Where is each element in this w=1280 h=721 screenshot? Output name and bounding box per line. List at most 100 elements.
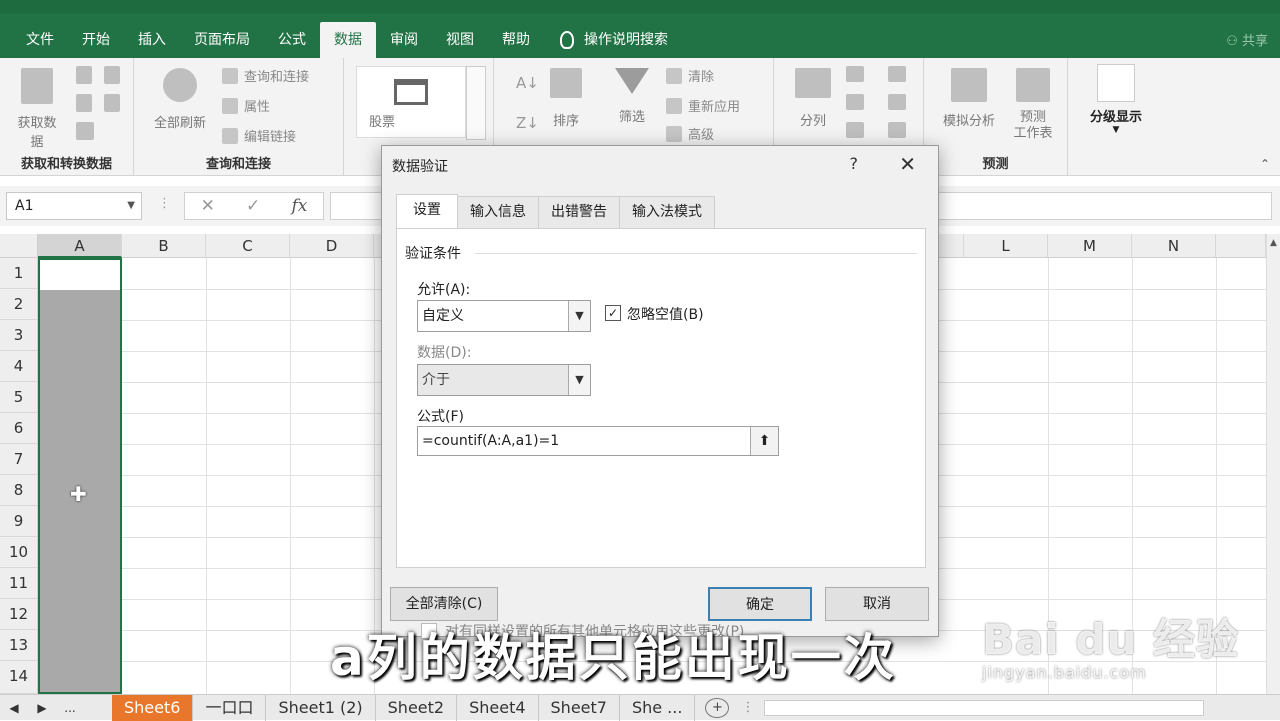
close-icon[interactable]: ✕ <box>899 152 916 176</box>
column-header-n[interactable]: N <box>1132 234 1216 258</box>
row-header-4[interactable]: 4 <box>0 351 38 382</box>
get-data-button[interactable]: 获取数据 <box>12 68 62 150</box>
row-header-1[interactable]: 1 <box>0 258 38 289</box>
tell-me-search[interactable]: 操作说明搜索 <box>544 22 682 58</box>
column-header-a[interactable]: A <box>38 234 122 258</box>
vertical-scrollbar[interactable]: ▲ <box>1266 234 1280 694</box>
recent-sources-icon[interactable] <box>104 94 120 112</box>
forecast-sheet-button[interactable]: 预测 工作表 <box>1006 68 1060 142</box>
row-header-8[interactable]: 8 <box>0 475 38 506</box>
filter-button[interactable]: 筛选 <box>610 68 654 125</box>
select-all-corner[interactable] <box>0 234 38 258</box>
text-to-columns-button[interactable]: 分列 <box>788 68 838 129</box>
clear-all-button[interactable]: 全部清除(C) <box>390 587 498 621</box>
gallery-scroll[interactable] <box>466 66 486 140</box>
tab-settings[interactable]: 设置 <box>396 194 458 228</box>
advanced-button[interactable]: 高级 <box>666 124 714 143</box>
allow-select[interactable]: 自定义 ▼ <box>417 300 591 332</box>
help-button[interactable]: ? <box>850 154 859 173</box>
sheet-prev-icon[interactable]: ◀ <box>0 701 28 715</box>
sort-az-button[interactable]: A↓ <box>516 74 539 92</box>
row-header-12[interactable]: 12 <box>0 599 38 630</box>
what-if-button[interactable]: 模拟分析 <box>934 68 1004 129</box>
sort-za-button[interactable]: Z↓ <box>516 114 539 132</box>
tab-home[interactable]: 开始 <box>68 22 124 58</box>
collapse-ribbon-icon[interactable]: ⌃ <box>1260 157 1270 171</box>
tab-file[interactable]: 文件 <box>0 22 68 58</box>
sheet-tab-sheet2[interactable]: Sheet2 <box>376 694 458 721</box>
queries-connections-button[interactable]: 查询和连接 <box>222 66 309 85</box>
tab-view[interactable]: 视图 <box>432 22 488 58</box>
horizontal-scrollbar[interactable] <box>764 699 1205 716</box>
row-header-9[interactable]: 9 <box>0 506 38 537</box>
insert-function-icon[interactable]: fx <box>292 196 308 216</box>
flash-fill-icon[interactable] <box>846 66 864 82</box>
tab-insert[interactable]: 插入 <box>124 22 180 58</box>
stocks-button[interactable]: 股票 <box>356 66 466 138</box>
row-header-7[interactable]: 7 <box>0 444 38 475</box>
sheet-next-icon[interactable]: ▶ <box>28 701 56 715</box>
tab-help[interactable]: 帮助 <box>488 22 544 58</box>
add-sheet-icon[interactable]: + <box>705 697 730 718</box>
column-header-d[interactable]: D <box>290 234 374 258</box>
tab-page-layout[interactable]: 页面布局 <box>180 22 264 58</box>
advanced-label: 高级 <box>688 128 715 143</box>
column-header-m[interactable]: M <box>1048 234 1132 258</box>
sheet-tab-2[interactable]: 一口口 <box>193 694 267 721</box>
sheet-tab-sheet6[interactable]: Sheet6 <box>112 694 194 721</box>
sheet-tab-sheet4[interactable]: Sheet4 <box>457 694 539 721</box>
outline-button[interactable]: 分级显示 ▼ <box>1076 64 1156 135</box>
ok-button[interactable]: 确定 <box>708 587 812 621</box>
from-table-icon[interactable] <box>76 94 92 112</box>
tab-data[interactable]: 数据 <box>320 22 376 58</box>
sort-button[interactable]: 排序 <box>544 68 588 129</box>
name-box[interactable]: A1 ▼ <box>6 192 142 220</box>
refresh-all-button[interactable]: 全部刷新 <box>148 68 212 131</box>
row-header-5[interactable]: 5 <box>0 382 38 413</box>
formula-input[interactable]: =countif(A:A,a1)=1 <box>417 426 779 456</box>
relationships-icon[interactable] <box>888 94 906 110</box>
clear-button[interactable]: 清除 <box>666 66 714 85</box>
collapse-dialog-icon[interactable]: ⬆ <box>750 427 778 455</box>
share-button[interactable]: ⚇ 共享 <box>1226 30 1268 49</box>
row-header-11[interactable]: 11 <box>0 568 38 599</box>
cancel-entry-icon[interactable]: ✕ <box>201 196 215 216</box>
remove-duplicates-icon[interactable] <box>846 94 864 110</box>
reapply-button[interactable]: 重新应用 <box>666 96 740 115</box>
row-header-6[interactable]: 6 <box>0 413 38 444</box>
tab-input-message[interactable]: 输入信息 <box>457 196 539 228</box>
sheet-tab-truncated[interactable]: She ... <box>620 694 696 721</box>
sheet-tab-sheet1-2[interactable]: Sheet1 (2) <box>266 694 376 721</box>
existing-connections-icon[interactable] <box>76 122 94 140</box>
row-header-13[interactable]: 13 <box>0 630 38 661</box>
column-header-c[interactable]: C <box>206 234 290 258</box>
row-header-2[interactable]: 2 <box>0 289 38 320</box>
cancel-button[interactable]: 取消 <box>825 587 929 621</box>
selected-column-a[interactable] <box>38 258 122 694</box>
from-web-icon[interactable] <box>104 66 120 84</box>
row-header-3[interactable]: 3 <box>0 320 38 351</box>
row-header-14[interactable]: 14 <box>0 661 38 694</box>
tab-formulas[interactable]: 公式 <box>264 22 320 58</box>
sheet-tab-sheet7[interactable]: Sheet7 <box>539 694 620 721</box>
properties-button[interactable]: 属性 <box>222 96 270 115</box>
column-header-b[interactable]: B <box>122 234 206 258</box>
from-text-icon[interactable] <box>76 66 92 84</box>
name-box-dropdown-icon[interactable]: ▼ <box>127 193 135 219</box>
column-header-o[interactable] <box>1216 234 1266 258</box>
edit-links-label: 编辑链接 <box>244 130 297 145</box>
edit-links-button[interactable]: 编辑链接 <box>222 126 296 145</box>
data-validation-icon[interactable] <box>846 122 864 138</box>
data-model-icon[interactable] <box>888 122 906 138</box>
tab-error-alert[interactable]: 出错警告 <box>538 196 620 228</box>
confirm-entry-icon[interactable]: ✓ <box>246 196 260 216</box>
consolidate-icon[interactable] <box>888 66 906 82</box>
tab-review[interactable]: 审阅 <box>376 22 432 58</box>
scroll-up-icon[interactable]: ▲ <box>1267 234 1280 248</box>
tab-ime-mode[interactable]: 输入法模式 <box>619 196 715 228</box>
active-cell-a1[interactable] <box>40 260 120 290</box>
column-header-l[interactable]: L <box>964 234 1048 258</box>
row-header-10[interactable]: 10 <box>0 537 38 568</box>
sheet-more-button[interactable]: ... <box>56 701 84 715</box>
ignore-blank-checkbox[interactable]: ✓ <box>605 305 621 321</box>
